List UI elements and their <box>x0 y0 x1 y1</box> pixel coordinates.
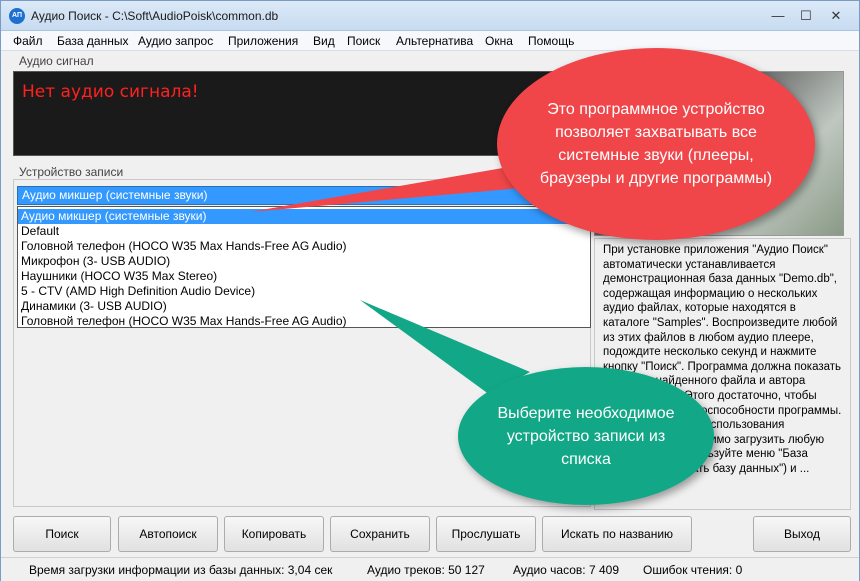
status-errors: Ошибок чтения: 0 <box>643 563 743 577</box>
recording-device-label: Устройство записи <box>17 165 126 179</box>
menu-view[interactable]: Вид <box>313 34 335 48</box>
device-dropdown-list: Аудио микшер (системные звуки) Default Г… <box>17 206 591 328</box>
listen-button[interactable]: Прослушать <box>436 516 536 552</box>
device-option[interactable]: Динамики (3- USB AUDIO) <box>18 299 590 314</box>
device-option[interactable]: Головной телефон (HOCO W35 Max Hands-Fre… <box>18 314 590 329</box>
copy-button[interactable]: Копировать <box>224 516 324 552</box>
exit-button[interactable]: Выход <box>753 516 851 552</box>
device-option[interactable]: Наушники (HOCO W35 Max Stereo) <box>18 269 590 284</box>
menu-file[interactable]: Файл <box>13 34 43 48</box>
close-button[interactable]: ✕ <box>825 7 847 25</box>
device-option[interactable]: Аудио микшер (системные звуки) <box>18 209 590 224</box>
device-option[interactable]: 5 - CTV (AMD High Definition Audio Devic… <box>18 284 590 299</box>
menu-windows[interactable]: Окна <box>485 34 513 48</box>
save-button[interactable]: Сохранить <box>330 516 430 552</box>
callout-system-sounds: Это программное устройство позволяет зах… <box>497 48 815 240</box>
window-title: Аудио Поиск - C:\Soft\AudioPoisk\common.… <box>31 9 279 23</box>
device-option[interactable]: Default <box>18 224 590 239</box>
status-hours: Аудио часов: 7 409 <box>513 563 619 577</box>
menu-alternative[interactable]: Альтернатива <box>396 34 473 48</box>
minimize-button[interactable]: — <box>767 7 789 25</box>
button-row: Поиск Автопоиск Копировать Сохранить Про… <box>1 516 859 556</box>
device-option[interactable]: Головной телефон (HOCO W35 Max Hands-Fre… <box>18 239 590 254</box>
status-load-time: Время загрузки информации из базы данных… <box>29 563 333 577</box>
no-signal-text: Нет аудио сигнала! <box>22 82 199 102</box>
title-bar[interactable]: АП Аудио Поиск - C:\Soft\AudioPoisk\comm… <box>1 1 859 31</box>
menu-database[interactable]: База данных <box>57 34 128 48</box>
app-icon: АП <box>9 8 25 24</box>
maximize-button[interactable]: ☐ <box>795 7 817 25</box>
status-bar: Время загрузки информации из базы данных… <box>1 557 859 581</box>
callout-select-device: Выберите необходимое устройство записи и… <box>458 367 714 505</box>
status-tracks: Аудио треков: 50 127 <box>367 563 485 577</box>
menu-bar: Файл База данных Аудио запрос Приложения… <box>1 31 859 51</box>
menu-search[interactable]: Поиск <box>347 34 380 48</box>
audio-signal-label: Аудио сигнал <box>17 54 96 68</box>
device-option[interactable]: Микрофон (3- USB AUDIO) <box>18 254 590 269</box>
menu-help[interactable]: Помощь <box>528 34 574 48</box>
menu-applications[interactable]: Приложения <box>228 34 298 48</box>
search-by-name-button[interactable]: Искать по названию <box>542 516 692 552</box>
search-button[interactable]: Поиск <box>13 516 111 552</box>
callout-system-sounds-text: Это программное устройство позволяет зах… <box>539 101 773 187</box>
callout-select-device-text: Выберите необходимое устройство записи и… <box>497 404 675 468</box>
menu-audio-query[interactable]: Аудио запрос <box>138 34 213 48</box>
autosearch-button[interactable]: Автопоиск <box>118 516 218 552</box>
selected-device: Аудио микшер (системные звуки) <box>22 188 208 202</box>
